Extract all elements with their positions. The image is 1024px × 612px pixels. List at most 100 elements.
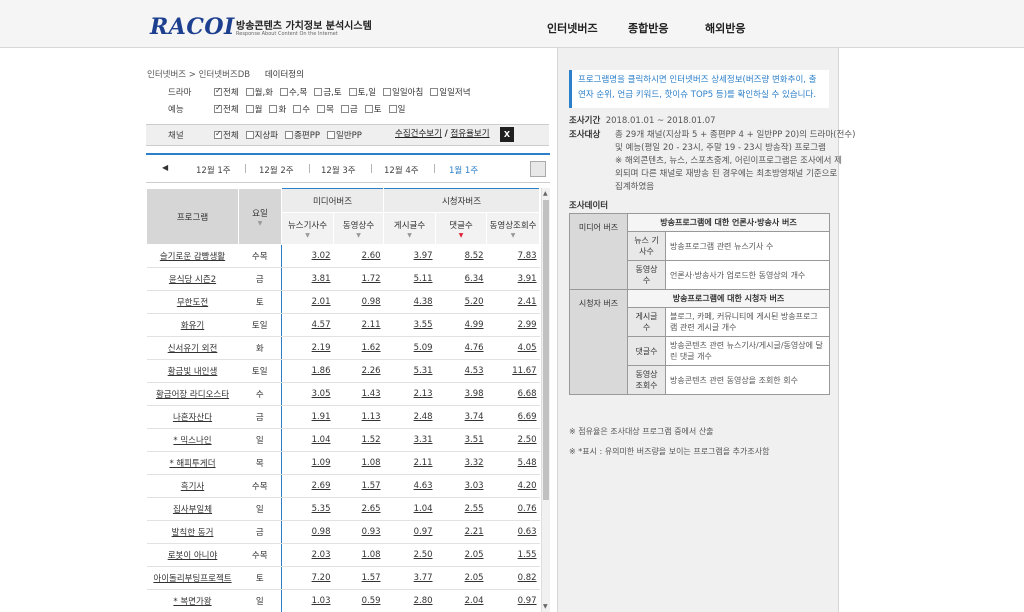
metric-value[interactable]: 0.97 [383, 520, 436, 544]
metric-value[interactable]: 2.69 [281, 474, 334, 498]
col-post-count[interactable]: 게시글수 ▼ [383, 212, 437, 245]
metric-value[interactable]: 2.48 [383, 405, 436, 429]
metric-value[interactable]: 3.03 [435, 474, 487, 498]
metric-value[interactable]: 1.08 [333, 451, 384, 475]
checkbox[interactable] [348, 88, 357, 96]
metric-value[interactable]: 4.57 [281, 313, 334, 337]
checkbox[interactable] [214, 103, 222, 113]
program-name-link[interactable]: 발칙한 동거 [146, 520, 239, 544]
metric-value[interactable]: 0.76 [486, 497, 540, 521]
program-name-link[interactable]: 무한도전 [146, 290, 239, 314]
metric-value[interactable]: 5.09 [383, 336, 436, 360]
metric-value[interactable]: 3.02 [281, 244, 334, 268]
metric-value[interactable]: 2.04 [435, 589, 487, 612]
week-tab[interactable]: 12월 3주 [321, 164, 356, 176]
channel-option[interactable]: 일반PP [327, 129, 362, 141]
channel-option[interactable]: 전체 [214, 129, 239, 141]
metric-value[interactable]: 1.91 [281, 405, 334, 429]
metric-value[interactable]: 4.76 [435, 336, 487, 360]
metric-value[interactable]: 0.98 [281, 520, 334, 544]
metric-value[interactable]: 2.05 [435, 566, 487, 590]
col-program[interactable]: 프로그램 [146, 188, 239, 245]
checkbox[interactable] [293, 105, 302, 113]
metric-value[interactable]: 0.98 [333, 290, 384, 314]
metric-value[interactable]: 2.55 [435, 497, 487, 521]
scroll-down-arrow-icon[interactable]: ▼ [543, 603, 548, 610]
metric-value[interactable]: 0.59 [333, 589, 384, 612]
metric-value[interactable]: 1.55 [486, 543, 540, 567]
metric-value[interactable]: 2.65 [333, 497, 384, 521]
metric-value[interactable]: 1.72 [333, 267, 384, 291]
variety-option[interactable]: 목 [317, 103, 334, 115]
checkbox[interactable] [285, 131, 294, 139]
metric-value[interactable]: 4.99 [435, 313, 487, 337]
metric-value[interactable]: 7.20 [281, 566, 334, 590]
checkbox[interactable] [364, 105, 373, 113]
nav-internet-buzz[interactable]: 인터넷버즈 [547, 20, 598, 36]
metric-value[interactable]: 3.55 [383, 313, 436, 337]
nav-overseas-response[interactable]: 해외반응 [705, 20, 745, 36]
metric-value[interactable]: 3.77 [383, 566, 436, 590]
metric-value[interactable]: 0.82 [486, 566, 540, 590]
metric-value[interactable]: 2.50 [383, 543, 436, 567]
variety-option[interactable]: 화 [269, 103, 286, 115]
variety-option[interactable]: 금 [340, 103, 358, 115]
metric-value[interactable]: 5.48 [486, 451, 540, 475]
nav-overall-response[interactable]: 종합반응 [628, 20, 668, 36]
metric-value[interactable]: 2.26 [333, 359, 384, 383]
metric-value[interactable]: 3.97 [383, 244, 436, 268]
metric-value[interactable]: 2.19 [281, 336, 334, 360]
metric-value[interactable]: 1.57 [333, 566, 384, 590]
channel-option[interactable]: 지상파 [245, 129, 278, 141]
drama-option[interactable]: 토,일 [348, 86, 376, 98]
metric-value[interactable]: 11.67 [486, 359, 540, 383]
checkbox[interactable] [214, 129, 222, 139]
checkbox[interactable] [279, 88, 288, 96]
checkbox[interactable] [430, 88, 439, 96]
week-tab[interactable]: 12월 2주 [259, 164, 294, 176]
metric-value[interactable]: 3.32 [435, 451, 487, 475]
metric-value[interactable]: 1.57 [333, 474, 384, 498]
checkbox[interactable] [327, 131, 336, 139]
program-name-link[interactable]: 슬기로운 감빵생활 [146, 244, 239, 268]
metric-value[interactable]: 0.63 [486, 520, 540, 544]
metric-value[interactable]: 4.63 [383, 474, 436, 498]
drama-option[interactable]: 금,토 [314, 86, 342, 98]
metric-value[interactable]: 1.86 [281, 359, 334, 383]
drama-option[interactable]: 일일저녁 [430, 86, 471, 98]
checkbox[interactable] [214, 86, 222, 96]
checkbox[interactable] [245, 131, 254, 139]
metric-value[interactable]: 3.51 [435, 428, 487, 452]
variety-option[interactable]: 일 [388, 103, 405, 115]
col-video-count[interactable]: 동영상수 ▼ [332, 212, 385, 245]
metric-value[interactable]: 1.03 [281, 589, 334, 612]
checkbox[interactable] [383, 88, 392, 96]
metric-value[interactable]: 3.98 [435, 382, 487, 406]
metric-value[interactable]: 2.41 [486, 290, 540, 314]
data-definition-link[interactable]: 데이터정의 [265, 70, 304, 80]
breadcrumb-path[interactable]: 인터넷버즈 > 인터넷버즈DB [147, 70, 250, 80]
grid-view-icon[interactable] [530, 161, 546, 177]
checkbox[interactable] [314, 88, 323, 96]
metric-value[interactable]: 1.04 [281, 428, 334, 452]
program-name-link[interactable]: 나혼자산다 [146, 405, 239, 429]
program-name-link[interactable]: 로봇이 아니야 [146, 543, 239, 567]
program-name-link[interactable]: 윤식당 시즌2 [146, 267, 239, 291]
col-comment-count[interactable]: 댓글수 ▼ [435, 212, 488, 245]
program-name-link[interactable]: * 복면가왕 [146, 589, 239, 612]
col-news-count[interactable]: 뉴스기사수 ▼ [281, 212, 334, 245]
program-name-link[interactable]: * 해피투게더 [146, 451, 239, 475]
metric-value[interactable]: 1.09 [281, 451, 334, 475]
metric-value[interactable]: 2.13 [383, 382, 436, 406]
prev-week-arrow-icon[interactable]: ◀ [162, 163, 168, 172]
metric-value[interactable]: 7.83 [486, 244, 540, 268]
metric-value[interactable]: 3.91 [486, 267, 540, 291]
metric-value[interactable]: 6.69 [486, 405, 540, 429]
metric-value[interactable]: 2.05 [435, 543, 487, 567]
checkbox[interactable] [245, 105, 254, 113]
metric-value[interactable]: 6.34 [435, 267, 487, 291]
metric-value[interactable]: 5.11 [383, 267, 436, 291]
metric-value[interactable]: 3.74 [435, 405, 487, 429]
metric-value[interactable]: 1.13 [333, 405, 384, 429]
channel-option[interactable]: 종편PP [285, 129, 320, 141]
